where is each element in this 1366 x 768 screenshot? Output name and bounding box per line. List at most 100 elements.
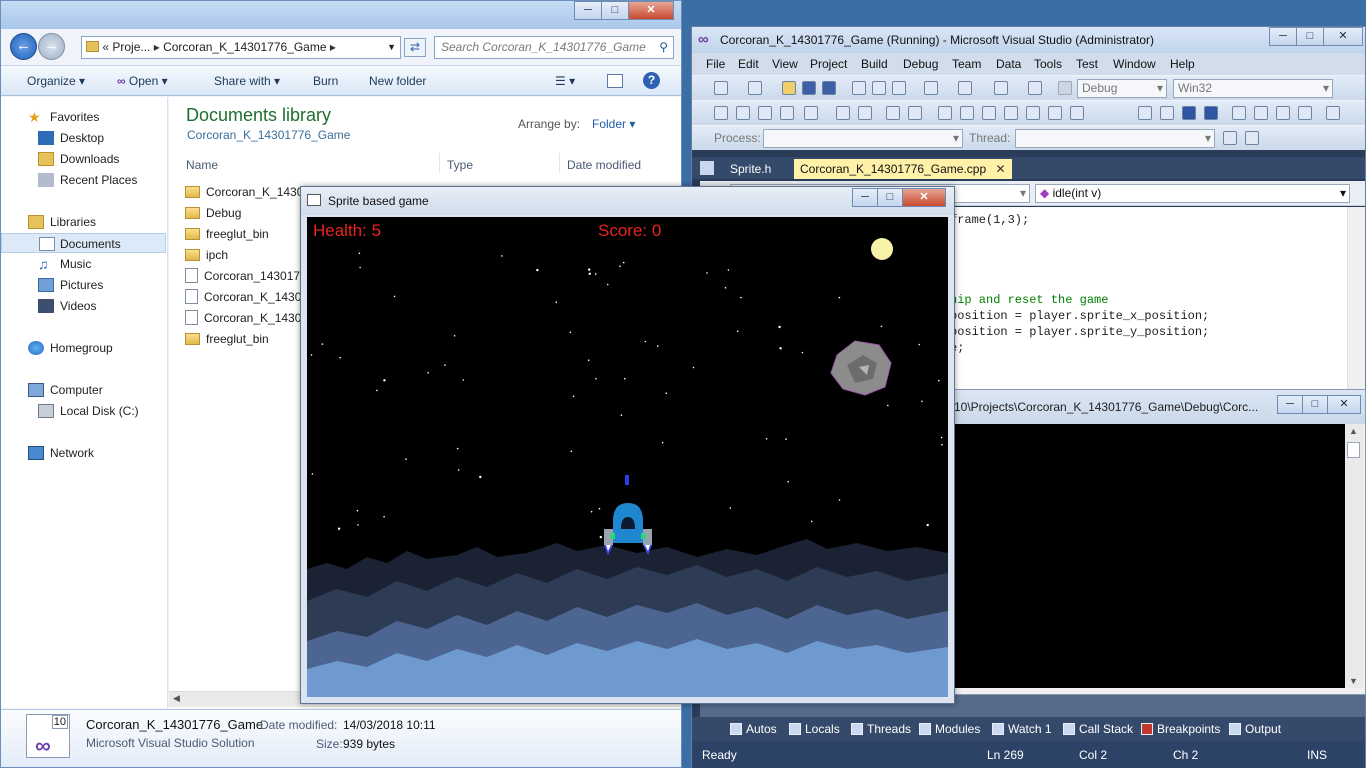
close-tab-icon[interactable]: ✕ <box>995 162 1005 176</box>
maximize-button[interactable]: □ <box>601 1 629 20</box>
close-button[interactable]: ✕ <box>1327 395 1361 414</box>
tab-locals[interactable]: Locals <box>787 720 840 738</box>
navigate-forward-icon[interactable] <box>1028 81 1042 95</box>
uncomment-icon[interactable] <box>908 106 922 120</box>
arrange-dropdown[interactable]: Folder ▾ <box>592 117 635 131</box>
share-with-button[interactable]: Share with ▾ <box>214 74 280 88</box>
column-name[interactable]: Name <box>186 158 218 172</box>
save-icon[interactable] <box>802 81 816 95</box>
bookmark-icon[interactable] <box>1070 106 1084 120</box>
format-icon[interactable] <box>736 106 750 120</box>
nav-local-disk[interactable]: Local Disk (C:) <box>1 401 166 421</box>
maximize-button[interactable]: □ <box>877 188 903 207</box>
save-all-icon[interactable] <box>822 81 836 95</box>
help-icon[interactable]: ? <box>643 72 660 89</box>
nav-music[interactable]: ♫ Music <box>1 254 166 274</box>
console-scrollbar[interactable]: ▲ ▼ <box>1345 424 1363 688</box>
flag-icon[interactable] <box>1223 131 1237 145</box>
cut-icon[interactable] <box>852 81 866 95</box>
show-next-statement-icon[interactable] <box>1232 106 1246 120</box>
console-output[interactable] <box>944 424 1345 688</box>
step-into-icon[interactable] <box>1254 106 1268 120</box>
paste-icon[interactable] <box>892 81 906 95</box>
nav-homegroup[interactable]: Homegroup <box>1 338 166 358</box>
forward-icon[interactable]: → <box>38 33 65 60</box>
minimize-button[interactable]: ─ <box>1277 395 1303 414</box>
scroll-thumb[interactable] <box>1347 442 1360 458</box>
refresh-icon[interactable]: ⇄ <box>404 38 426 57</box>
nav-computer[interactable]: Computer <box>1 380 166 400</box>
minimize-button[interactable]: ─ <box>1269 27 1297 46</box>
nav-recent-places[interactable]: Recent Places <box>1 170 166 190</box>
format-icon[interactable] <box>804 106 818 120</box>
menu-debug[interactable]: Debug <box>903 57 938 71</box>
file-row[interactable]: Debug <box>185 203 241 224</box>
tab-game-cpp[interactable]: Corcoran_K_14301776_Game.cpp ✕ <box>794 159 1012 179</box>
undo-icon[interactable] <box>924 81 938 95</box>
nav-pictures[interactable]: Pictures <box>1 275 166 295</box>
open-file-icon[interactable] <box>782 81 796 95</box>
tab-breakpoints[interactable]: Breakpoints <box>1139 720 1220 738</box>
continue-icon[interactable] <box>1138 106 1152 120</box>
solution-platform-select[interactable]: Win32 ▾ <box>1173 79 1333 98</box>
close-button[interactable]: ✕ <box>628 1 674 20</box>
new-project-icon[interactable] <box>714 81 728 95</box>
console-titlebar[interactable]: 10\Projects\Corcoran_K_14301776_Game\Deb… <box>944 390 1365 424</box>
game-titlebar[interactable]: Sprite based game ─ □ ✕ <box>301 187 954 215</box>
solution-config-select[interactable]: Debug ▾ <box>1077 79 1167 98</box>
comment-icon[interactable] <box>886 106 900 120</box>
menu-window[interactable]: Window <box>1113 57 1156 71</box>
back-icon[interactable]: ← <box>10 33 37 60</box>
breadcrumb-item[interactable]: Corcoran_K_14301776_Game <box>163 40 326 54</box>
file-row[interactable]: Corcoran_K_1430 <box>185 287 301 308</box>
menu-view[interactable]: View <box>772 57 798 71</box>
menu-edit[interactable]: Edit <box>738 57 759 71</box>
break-all-icon[interactable] <box>1160 106 1174 120</box>
start-debugging-icon[interactable] <box>1058 81 1072 95</box>
format-icon[interactable] <box>714 106 728 120</box>
menu-data[interactable]: Data <box>996 57 1021 71</box>
nav-downloads[interactable]: Downloads <box>1 149 166 169</box>
nav-network[interactable]: Network <box>1 443 166 463</box>
nav-desktop[interactable]: Desktop <box>1 128 166 148</box>
burn-button[interactable]: Burn <box>313 74 338 88</box>
menu-team[interactable]: Team <box>952 57 981 71</box>
nav-favorites[interactable]: ★ Favorites <box>1 107 166 127</box>
tab-watch1[interactable]: Watch 1 <box>990 720 1052 738</box>
flag-icon[interactable] <box>1245 131 1259 145</box>
hex-display-icon[interactable] <box>1326 106 1340 120</box>
menu-test[interactable]: Test <box>1076 57 1098 71</box>
menu-tools[interactable]: Tools <box>1034 57 1062 71</box>
file-row[interactable]: Corcoran_K_1430 <box>185 182 303 203</box>
bookmark-icon[interactable] <box>938 106 952 120</box>
search-input[interactable]: Search Corcoran_K_14301776_Game ⚲ <box>434 36 674 59</box>
new-folder-button[interactable]: New folder <box>369 74 426 88</box>
add-item-icon[interactable] <box>748 81 762 95</box>
restart-icon[interactable] <box>1204 106 1218 120</box>
tab-sprite-h[interactable]: Sprite.h <box>724 159 777 179</box>
process-select[interactable]: ▾ <box>763 129 963 148</box>
nav-libraries[interactable]: Libraries <box>1 212 166 232</box>
minimize-button[interactable]: ─ <box>852 188 878 207</box>
breadcrumb-item[interactable]: Proje... <box>112 40 150 54</box>
scroll-left-icon[interactable]: ◀ <box>173 693 180 704</box>
file-row[interactable]: Corcoran_143017 <box>185 266 300 287</box>
tab-autos[interactable]: Autos <box>728 720 777 738</box>
format-icon[interactable] <box>780 106 794 120</box>
explorer-titlebar[interactable]: ─ □ ✕ <box>1 1 681 29</box>
tab-output[interactable]: Output <box>1227 720 1281 738</box>
redo-icon[interactable] <box>958 81 972 95</box>
menu-help[interactable]: Help <box>1170 57 1195 71</box>
member-combo[interactable]: ◆ idle(int v) ▾ <box>1035 184 1350 203</box>
scroll-down-icon[interactable]: ▼ <box>1349 676 1358 686</box>
copy-icon[interactable] <box>872 81 886 95</box>
column-type[interactable]: Type <box>447 158 473 172</box>
file-row[interactable]: Corcoran_K_1430 <box>185 308 301 329</box>
menu-file[interactable]: File <box>706 57 725 71</box>
navigate-backward-icon[interactable] <box>994 81 1008 95</box>
close-button[interactable]: ✕ <box>1323 27 1363 46</box>
organize-button[interactable]: Organize ▾ <box>27 74 85 88</box>
file-row[interactable]: freeglut_bin <box>185 329 269 350</box>
open-button[interactable]: ∞ Open ▾ <box>117 74 168 88</box>
minimize-button[interactable]: ─ <box>574 1 602 20</box>
